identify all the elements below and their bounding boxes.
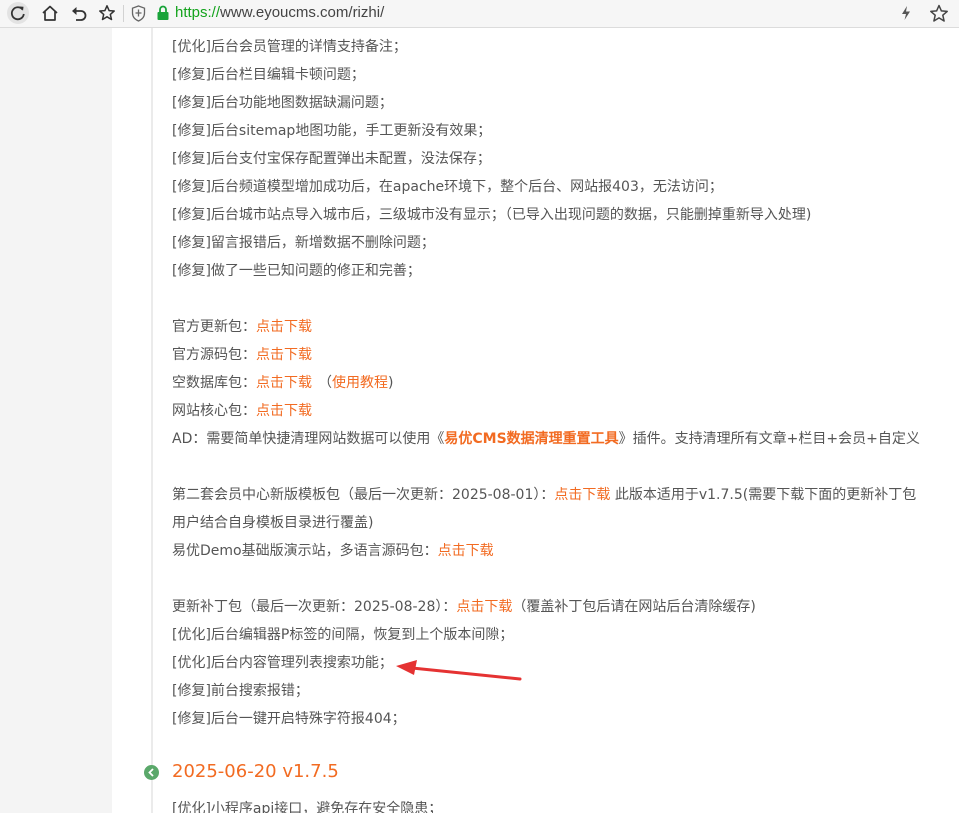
official-update-download-link[interactable]: 点击下载 (256, 319, 312, 335)
ad-row: AD：需要简单快捷清理网站数据可以使用《易优CMS数据清理重置工具》插件。支持清… (172, 430, 920, 448)
star-icon (99, 5, 115, 21)
demo-prefix: 易优Demo基础版演示站，多语言源码包： (172, 543, 438, 559)
tutorial-close-paren: ) (388, 375, 394, 391)
official-source-download-link[interactable]: 点击下载 (256, 347, 312, 363)
tutorial-open-paren: （ (318, 375, 332, 391)
changelog-item: [优化]后台会员管理的详情支持备注； (172, 39, 407, 55)
member-template-prefix: 第二套会员中心新版模板包（最后一次更新：2025-08-01）： (172, 487, 555, 503)
patch-download-link[interactable]: 点击下载 (456, 599, 512, 615)
changelog-item: [修复]后台栏目编辑卡顿问题； (172, 67, 365, 83)
patch-item: [优化]后台编辑器P标签的间隔，恢复到上个版本间隙； (172, 627, 514, 643)
changelog-item: [修复]留言报错后，新增数据不删除问题； (172, 235, 435, 251)
core-package-row: 网站核心包：点击下载 (172, 402, 312, 420)
home-button[interactable] (39, 2, 61, 24)
member-template-download-link[interactable]: 点击下载 (554, 487, 610, 503)
ad-suffix: 》插件。支持清理所有文章+栏目+会员+自定义 (618, 431, 920, 447)
reload-button[interactable] (7, 2, 29, 24)
page-content: [优化]后台会员管理的详情支持备注； [修复]后台栏目编辑卡顿问题； [修复]后… (0, 28, 959, 813)
changelog-item: [修复]后台sitemap地图功能，手工更新没有效果； (172, 123, 492, 139)
lock-icon[interactable] (156, 5, 170, 21)
changelog-item: [修复]后台城市站点导入城市后，三级城市没有显示；（已导入出现问题的数据，只能删… (172, 207, 812, 223)
official-source-label: 官方源码包： (172, 347, 256, 363)
favorite-star-icon[interactable] (929, 4, 949, 23)
demo-row: 易优Demo基础版演示站，多语言源码包：点击下载 (172, 542, 494, 560)
version-toggle-icon[interactable] (144, 765, 159, 780)
ad-prefix: AD：需要简单快捷清理网站数据可以使用《 (172, 431, 445, 447)
patch-row: 更新补丁包（最后一次更新：2025-08-28）：点击下载（覆盖补丁包后请在网站… (172, 598, 756, 616)
address-bar-url[interactable]: https://www.eyoucms.com/rizhi/ (175, 4, 384, 22)
changelog-item: [修复]后台支付宝保存配置弹出未配置，没法保存； (172, 151, 491, 167)
member-template-line2: 用户结合自身模板目录进行覆盖) (172, 515, 374, 531)
changelog-item: [优化]小程序api接口，避免存在安全隐患； (172, 801, 443, 813)
url-path: www.eyoucms.com/rizhi/ (220, 4, 385, 21)
patch-item: [修复]后台一键开启特殊字符报404； (172, 711, 406, 727)
chevron-left-icon (148, 768, 154, 777)
home-icon (42, 5, 58, 21)
red-arrow-annotation (396, 660, 522, 681)
timeline-line (151, 28, 153, 813)
shield-icon[interactable] (131, 5, 146, 22)
empty-db-row: 空数据库包：点击下载 （使用教程) (172, 374, 393, 392)
cleanup-tool-link[interactable]: 易优CMS数据清理重置工具 (444, 431, 618, 447)
undo-arrow-icon (72, 7, 87, 21)
patch-prefix: 更新补丁包（最后一次更新：2025-08-28）： (172, 599, 457, 615)
left-gray-panel (0, 28, 112, 813)
core-package-download-link[interactable]: 点击下载 (256, 403, 312, 419)
changelog-item: [修复]做了一些已知问题的修正和完善； (172, 263, 421, 279)
official-update-row: 官方更新包：点击下载 (172, 318, 312, 336)
patch-suffix: （覆盖补丁包后请在网站后台清除缓存) (512, 599, 756, 615)
empty-db-download-link[interactable]: 点击下载 (256, 375, 312, 391)
demo-download-link[interactable]: 点击下载 (438, 543, 494, 559)
member-template-suffix: 此版本适用于v1.7.5(需要下载下面的更新补丁包 (610, 487, 917, 503)
official-update-label: 官方更新包： (172, 319, 256, 335)
core-package-label: 网站核心包： (172, 403, 256, 419)
lightning-icon[interactable] (900, 5, 912, 21)
empty-db-label: 空数据库包： (172, 375, 256, 391)
browser-toolbar: https://www.eyoucms.com/rizhi/ (0, 0, 959, 28)
tutorial-link[interactable]: 使用教程 (332, 375, 388, 391)
bookmark-button[interactable] (96, 2, 118, 24)
changelog-item: [修复]后台功能地图数据缺漏问题； (172, 95, 393, 111)
reload-icon (10, 6, 25, 21)
patch-item: [优化]后台内容管理列表搜索功能； (172, 655, 393, 671)
patch-item: [修复]前台搜索报错； (172, 683, 309, 699)
member-template-row: 第二套会员中心新版模板包（最后一次更新：2025-08-01）：点击下载 此版本… (172, 486, 916, 504)
back-button[interactable] (68, 2, 90, 24)
official-source-row: 官方源码包：点击下载 (172, 346, 312, 364)
changelog-item: [修复]后台频道模型增加成功后，在apache环境下，整个后台、网站报403，无… (172, 179, 723, 195)
version-title: 2025-06-20 v1.7.5 (172, 761, 339, 782)
address-separator (123, 5, 124, 22)
url-scheme: https:// (175, 4, 221, 21)
